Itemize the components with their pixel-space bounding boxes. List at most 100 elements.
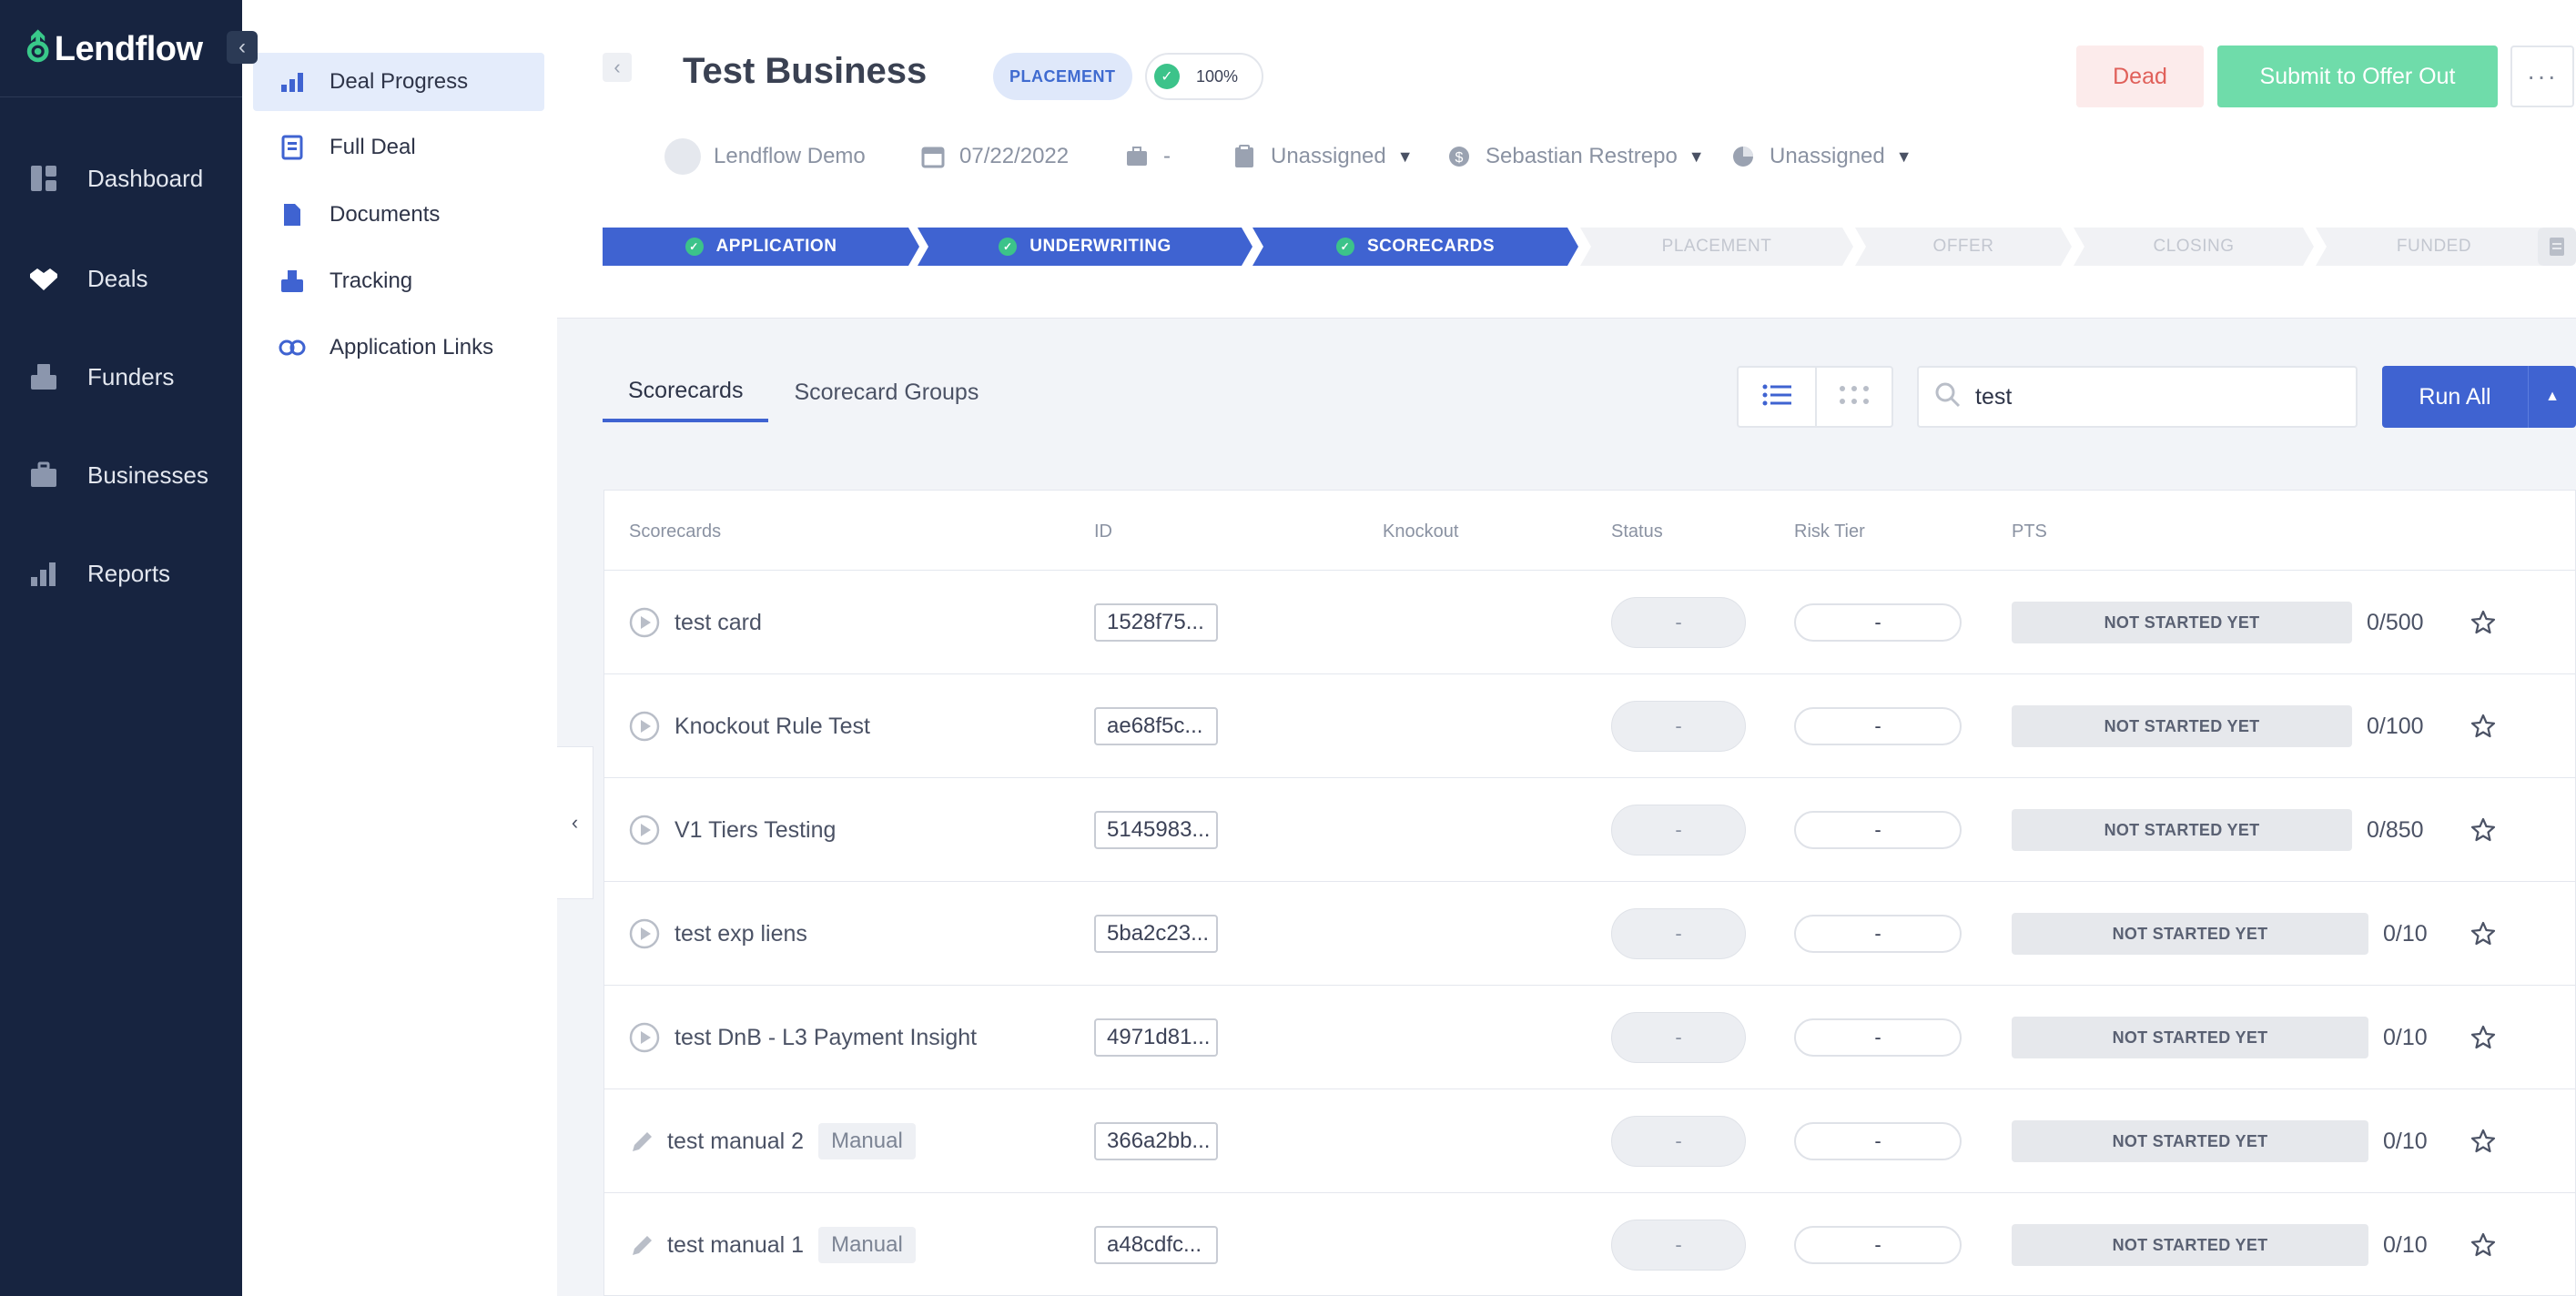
- pencil-icon[interactable]: [629, 1231, 656, 1259]
- search-input[interactable]: [1975, 383, 2339, 410]
- scorecard-name[interactable]: test manual 2: [667, 1129, 804, 1155]
- collapse-sidebar-button[interactable]: ‹: [227, 31, 258, 64]
- search-icon: [1935, 382, 1961, 412]
- scorecard-name[interactable]: test manual 1: [667, 1232, 804, 1259]
- scorecard-id[interactable]: 5145983...: [1094, 811, 1218, 849]
- list-view-button[interactable]: [1739, 368, 1815, 426]
- status-badge: -: [1611, 597, 1746, 648]
- assignee-dropdown[interactable]: Unassigned ▼: [1231, 137, 1414, 177]
- step-underwriting[interactable]: ✓ UNDERWRITING: [918, 228, 1253, 266]
- step-offer[interactable]: OFFER: [1855, 228, 2072, 266]
- scorecard-id[interactable]: 5ba2c23...: [1094, 915, 1218, 953]
- assignee-2-value: Unassigned: [1770, 144, 1885, 168]
- table-header: Scorecards ID Knockout Status Risk Tier …: [604, 491, 2576, 571]
- scorecard-name[interactable]: Knockout Rule Test: [674, 714, 870, 740]
- scorecard-id[interactable]: a48cdfc...: [1094, 1226, 1218, 1264]
- company-meta[interactable]: Lendflow Demo: [664, 137, 866, 177]
- step-placement[interactable]: PLACEMENT: [1580, 228, 1853, 266]
- scorecard-id[interactable]: ae68f5c...: [1094, 707, 1218, 745]
- table-row[interactable]: V1 Tiers Testing 5145983... - - NOT STARTED …: [604, 778, 2576, 882]
- check-icon: ✓: [1154, 64, 1180, 89]
- nav-item-deals[interactable]: Deals: [0, 251, 242, 306]
- subnav-item-full-deal[interactable]: Full Deal: [253, 118, 544, 177]
- owner-dropdown[interactable]: $ Sebastian Restrepo ▼: [1445, 137, 1705, 177]
- deal-header: ‹ Test Business PLACEMENT ✓ 100% Dead Su…: [557, 0, 2576, 319]
- pencil-icon[interactable]: [629, 1128, 656, 1155]
- check-icon: ✓: [685, 238, 704, 256]
- table-row[interactable]: Knockout Rule Test ae68f5c... - - NOT STARTE…: [604, 674, 2576, 778]
- notes-icon[interactable]: [2538, 228, 2576, 266]
- nav-item-businesses[interactable]: Businesses: [0, 448, 242, 502]
- table-row[interactable]: test manual 1 Manual a48cdfc... - - NOT START…: [604, 1193, 2576, 1296]
- pts-progress-bar: NOT STARTED YET: [2012, 913, 2368, 955]
- back-button[interactable]: ‹: [603, 53, 632, 82]
- star-icon[interactable]: [2470, 920, 2497, 947]
- scorecard-id[interactable]: 4971d81...: [1094, 1018, 1218, 1057]
- table-row[interactable]: test DnB - L3 Payment Insight 4971d81... -…: [604, 986, 2576, 1089]
- play-icon[interactable]: [629, 711, 660, 742]
- assignee-2-dropdown[interactable]: Unassigned ▼: [1729, 137, 1912, 177]
- brand-logo[interactable]: ⛢ Lendflow: [25, 29, 203, 69]
- tab-scorecard-groups[interactable]: Scorecard Groups: [768, 362, 1004, 422]
- step-closing[interactable]: CLOSING: [2074, 228, 2314, 266]
- subnav-item-documents[interactable]: Documents: [253, 186, 544, 244]
- nav-item-reports[interactable]: Reports: [0, 546, 242, 601]
- scorecard-tabs: Scorecards Scorecard Groups: [603, 362, 1004, 422]
- link-icon: [279, 334, 306, 361]
- dead-button[interactable]: Dead: [2076, 46, 2204, 107]
- star-icon[interactable]: [2470, 713, 2497, 740]
- status-badge: -: [1611, 1012, 1746, 1063]
- scorecard-name[interactable]: test exp liens: [674, 921, 807, 947]
- play-icon[interactable]: [629, 607, 660, 638]
- scorecard-name[interactable]: V1 Tiers Testing: [674, 817, 836, 844]
- star-icon[interactable]: [2470, 816, 2497, 844]
- more-options-button[interactable]: ···: [2510, 46, 2574, 107]
- scorecard-id[interactable]: 366a2bb...: [1094, 1122, 1218, 1160]
- table-row[interactable]: test manual 2 Manual 366a2bb... - - NOT START…: [604, 1089, 2576, 1193]
- risk-tier-badge: -: [1794, 1018, 1962, 1057]
- handshake-icon: [27, 262, 60, 295]
- manual-tag: Manual: [818, 1227, 916, 1263]
- risk-tier-badge: -: [1794, 915, 1962, 953]
- nav-item-funders[interactable]: Funders: [0, 349, 242, 404]
- column-header-scorecards: Scorecards: [629, 521, 722, 542]
- step-funded[interactable]: FUNDED: [2316, 228, 2552, 266]
- subnav-item-tracking[interactable]: Tracking: [253, 252, 544, 310]
- scorecard-name[interactable]: test card: [674, 610, 762, 636]
- page-title: Test Business: [683, 51, 928, 91]
- scorecard-id[interactable]: 1528f75...: [1094, 603, 1218, 642]
- play-icon[interactable]: [629, 815, 660, 845]
- table-row[interactable]: test exp liens 5ba2c23... - - NOT STARTED YE…: [604, 882, 2576, 986]
- nav-item-dashboard[interactable]: Dashboard: [0, 151, 242, 206]
- step-application[interactable]: ✓ APPLICATION: [603, 228, 919, 266]
- play-icon[interactable]: [629, 918, 660, 949]
- brand-name: Lendflow: [54, 29, 203, 68]
- chevron-down-icon: ▼: [1688, 147, 1705, 166]
- star-icon[interactable]: [2470, 1024, 2497, 1051]
- table-row[interactable]: test card 1528f75... - - NOT STARTED YET 0/50…: [604, 571, 2576, 674]
- subnav-item-deal-progress[interactable]: Deal Progress: [253, 53, 544, 111]
- step-label: APPLICATION: [715, 237, 837, 256]
- play-icon[interactable]: [629, 1022, 660, 1053]
- date-meta: 07/22/2022: [919, 137, 1069, 177]
- grid-view-button[interactable]: [1815, 368, 1891, 426]
- step-scorecards[interactable]: ✓ SCORECARDS: [1253, 228, 1578, 266]
- scorecard-name[interactable]: test DnB - L3 Payment Insight: [674, 1025, 977, 1051]
- list-icon: [1762, 384, 1791, 410]
- subnav-item-label: Deal Progress: [330, 69, 469, 94]
- run-all-button[interactable]: Run All ▲: [2382, 366, 2576, 428]
- star-icon[interactable]: [2470, 1231, 2497, 1259]
- scorecards-table: Scorecards ID Knockout Status Risk Tier …: [603, 490, 2576, 1296]
- tracking-icon: [279, 268, 306, 295]
- collapse-panel-button[interactable]: ‹: [557, 746, 593, 899]
- pie-chart-icon: [1729, 143, 1757, 170]
- chevron-up-icon[interactable]: ▲: [2528, 366, 2576, 428]
- star-icon[interactable]: [2470, 1128, 2497, 1155]
- deal-subnav: Deal Progress Full Deal Documents Tracki…: [242, 0, 557, 1296]
- risk-tier-badge: -: [1794, 1122, 1962, 1160]
- subnav-item-application-links[interactable]: Application Links: [253, 319, 544, 377]
- tab-scorecards[interactable]: Scorecards: [603, 362, 769, 422]
- pts-score: 0/500: [2367, 609, 2424, 635]
- star-icon[interactable]: [2470, 609, 2497, 636]
- submit-offer-button[interactable]: Submit to Offer Out: [2217, 46, 2498, 107]
